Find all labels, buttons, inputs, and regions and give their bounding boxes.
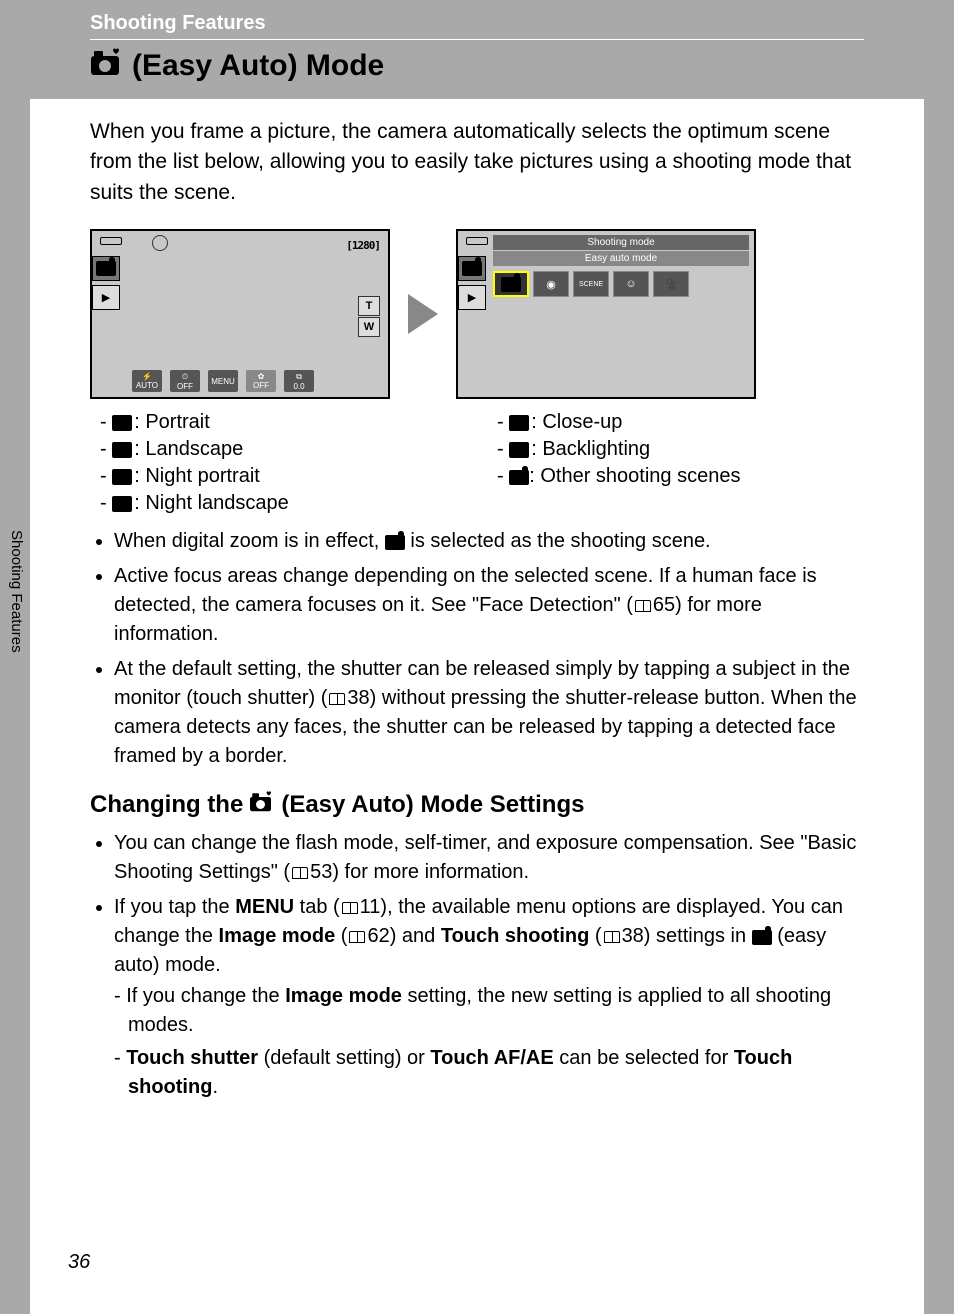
sub-image-mode: If you change the Image mode setting, th… (128, 980, 864, 1042)
menu-label: MENU (235, 896, 294, 918)
mode-bar-title: Shooting mode (493, 235, 749, 250)
camera-icon (96, 261, 116, 276)
menu-button[interactable]: MENU (208, 370, 238, 392)
title-text: (Easy Auto) Mode (132, 49, 384, 83)
scene-landscape: : Landscape (118, 436, 467, 463)
shoot-tab[interactable] (458, 256, 486, 281)
exposure-comp-icon[interactable]: ⧉0.0 (284, 370, 314, 392)
scene-backlighting: : Backlighting (515, 436, 864, 463)
scene-night-portrait: : Night portrait (118, 463, 467, 490)
easy-auto-icon (249, 791, 275, 819)
page-ref-icon (292, 867, 308, 879)
scene-portrait: : Portrait (118, 409, 467, 436)
section-settings-title: Changing the (Easy Auto) Mode Settings (90, 791, 864, 819)
mode-bar-subtitle: Easy auto mode (493, 251, 749, 266)
page-ref-icon (635, 600, 651, 612)
shots-remaining: [1280] (346, 239, 380, 252)
screen-illustrations: [1280] ▶ T W ⚡AUTO ⏲OFF MENU ✿OFF ⧉0.0 (90, 229, 864, 399)
night-portrait-icon (112, 469, 132, 485)
scene-list: : Portrait : Landscape : Night portrait … (90, 409, 864, 517)
manual-page: Shooting Features (Easy Auto) Mode When … (30, 0, 924, 1314)
notes-list: When digital zoom is in effect, is selec… (90, 527, 864, 771)
note-focus-areas: Active focus areas change depending on t… (114, 562, 864, 649)
screen-live-view: [1280] ▶ T W ⚡AUTO ⏲OFF MENU ✿OFF ⧉0.0 (90, 229, 390, 399)
flash-icon[interactable]: ⚡AUTO (132, 370, 162, 392)
page-ref-icon (349, 931, 365, 943)
movie-mode-icon[interactable]: 🎥 (653, 271, 689, 297)
page-ref-icon (329, 693, 345, 705)
mode-tabs: ▶ (458, 256, 486, 314)
screen-mode-select: ▶ Shooting mode Easy auto mode ◉ SCENE ☺… (456, 229, 756, 399)
page-ref-icon (604, 931, 620, 943)
macro-icon[interactable]: ✿OFF (246, 370, 276, 392)
settings-list: You can change the flash mode, self-time… (90, 829, 864, 1104)
breadcrumb: Shooting Features (90, 12, 864, 40)
camera-heart-icon (752, 930, 772, 945)
scene-col-left: : Portrait : Landscape : Night portrait … (90, 409, 467, 517)
scene-mode-icon[interactable]: SCENE (573, 271, 609, 297)
camera-heart-icon (501, 277, 521, 292)
smart-portrait-icon[interactable]: ☺ (613, 271, 649, 297)
setting-menu-tap: If you tap the MENU tab (11), the availa… (114, 893, 864, 1104)
sub-touch-shutter: Touch shutter (default setting) or Touch… (128, 1042, 864, 1104)
close-up-icon (509, 415, 529, 431)
camera-heart-icon (385, 535, 405, 550)
shoot-tab[interactable] (92, 256, 120, 281)
night-landscape-icon (112, 496, 132, 512)
camera-icon (462, 261, 482, 276)
mode-tabs: ▶ (92, 256, 120, 314)
landscape-icon (112, 442, 132, 458)
backlighting-icon (509, 442, 529, 458)
page-ref-icon (342, 902, 358, 914)
scene-col-right: : Close-up : Backlighting : Other shooti… (487, 409, 864, 517)
header: Shooting Features (Easy Auto) Mode (30, 0, 924, 99)
intro-paragraph: When you frame a picture, the camera aut… (90, 117, 864, 208)
bottom-toolbar: ⚡AUTO ⏲OFF MENU ✿OFF ⧉0.0 (132, 370, 314, 392)
play-tab[interactable]: ▶ (458, 285, 486, 310)
battery-icon (466, 237, 488, 245)
mode-icon-row: ◉ SCENE ☺ 🎥 (493, 271, 749, 297)
page-number: 36 (68, 1251, 90, 1274)
smile-timer-icon (152, 235, 168, 251)
zoom-in[interactable]: T (358, 296, 380, 316)
easy-auto-icon (90, 48, 124, 84)
page-title: (Easy Auto) Mode (90, 48, 864, 84)
scene-other: : Other shooting scenes (515, 463, 864, 490)
easy-auto-mode-icon[interactable] (493, 271, 529, 297)
scene-close-up: : Close-up (515, 409, 864, 436)
zoom-out[interactable]: W (358, 317, 380, 337)
battery-icon (100, 237, 122, 245)
setting-basic: You can change the flash mode, self-time… (114, 829, 864, 887)
note-touch-shutter: At the default setting, the shutter can … (114, 655, 864, 771)
auto-mode-icon[interactable]: ◉ (533, 271, 569, 297)
scene-night-landscape: : Night landscape (118, 490, 467, 517)
zoom-control: T W (358, 296, 380, 338)
play-tab[interactable]: ▶ (92, 285, 120, 310)
portrait-icon (112, 415, 132, 431)
side-section-label: Shooting Features (8, 530, 25, 653)
self-timer-icon[interactable]: ⏲OFF (170, 370, 200, 392)
note-digital-zoom: When digital zoom is in effect, is selec… (114, 527, 864, 556)
camera-heart-icon (509, 470, 529, 485)
arrow-icon (408, 294, 438, 334)
